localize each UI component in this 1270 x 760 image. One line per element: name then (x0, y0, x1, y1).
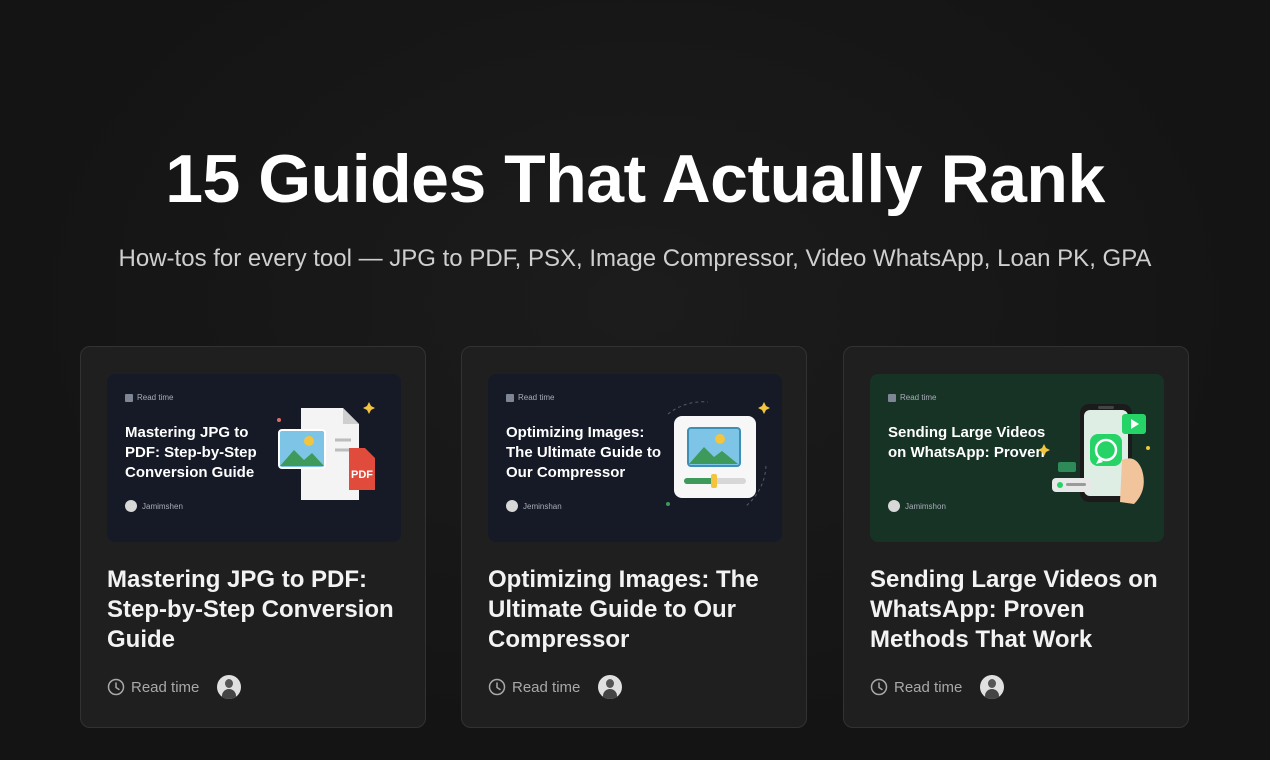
author-avatar[interactable] (217, 675, 242, 699)
author-avatar-icon (125, 500, 137, 512)
thumbnail-author-name: Jamimshon (905, 501, 946, 511)
clock-icon (888, 393, 896, 402)
guide-card-image-compressor[interactable]: Read time Optimizing Images: The Ultimat… (461, 346, 807, 728)
thumbnail-read-time: Read time (125, 393, 173, 402)
clock-icon (506, 393, 514, 402)
clock-icon (107, 678, 125, 696)
author-avatar-icon (888, 500, 900, 512)
read-time-label: Read time (131, 678, 200, 696)
thumbnail-title: Mastering JPG to PDF: Step-by-Step Conve… (125, 424, 257, 481)
page-subtitle: How-tos for every tool — JPG to PDF, PSX… (118, 245, 1152, 272)
read-time-label: Read time (894, 678, 963, 696)
card-title[interactable]: Sending Large Videos on WhatsApp: Proven… (870, 565, 1170, 655)
thumbnail-read-label: Read time (137, 393, 174, 402)
card-title[interactable]: Mastering JPG to PDF: Step-by-Step Conve… (107, 565, 407, 655)
page: 15 Guides That Actually Rank How-tos for… (0, 0, 1270, 760)
author-avatar-icon (506, 500, 518, 512)
page-title: 15 Guides That Actually Rank (165, 141, 1105, 217)
card-thumbnail: Read time Sending Large Videos on WhatsA… (870, 374, 1164, 542)
clock-icon (488, 678, 506, 696)
thumbnail-author: Jeminshan (506, 500, 562, 512)
thumbnail-title: Optimizing Images: The Ultimate Guide to… (506, 424, 662, 481)
card-meta: Read time (107, 675, 242, 699)
card-meta: Read time (870, 675, 1005, 699)
thumbnail-read-label: Read time (900, 393, 937, 402)
thumbnail-author: Jamimshon (888, 500, 946, 512)
author-avatar[interactable] (980, 675, 1005, 699)
image-to-pdf-icon: PDF (277, 402, 375, 500)
card-thumbnail: Read time Optimizing Images: The Ultimat… (488, 374, 782, 542)
clock-icon (870, 678, 888, 696)
thumbnail-read-label: Read time (518, 393, 555, 402)
card-thumbnail: Read time Mastering JPG to PDF: Step-by-… (107, 374, 401, 542)
card-title[interactable]: Optimizing Images: The Ultimate Guide to… (488, 565, 788, 655)
thumbnail-author-name: Jamimshen (142, 501, 183, 511)
thumbnail-author: Jamimshen (125, 500, 183, 512)
pdf-badge: PDF (351, 469, 373, 481)
thumbnail-author-name: Jeminshan (523, 501, 562, 511)
guide-card-jpg-to-pdf[interactable]: Read time Mastering JPG to PDF: Step-by-… (80, 346, 426, 728)
clock-icon (125, 393, 133, 402)
image-compressor-icon (666, 401, 770, 507)
thumbnail-title: Sending Large Videos on WhatsApp: Proven (888, 424, 1046, 461)
card-meta: Read time (488, 675, 623, 699)
thumbnail-read-time: Read time (888, 393, 936, 402)
whatsapp-video-icon (1038, 404, 1150, 504)
thumbnail-read-time: Read time (506, 393, 554, 402)
read-time-label: Read time (512, 678, 581, 696)
author-avatar[interactable] (598, 675, 623, 699)
guide-card-whatsapp-video[interactable]: Read time Sending Large Videos on WhatsA… (843, 346, 1189, 728)
